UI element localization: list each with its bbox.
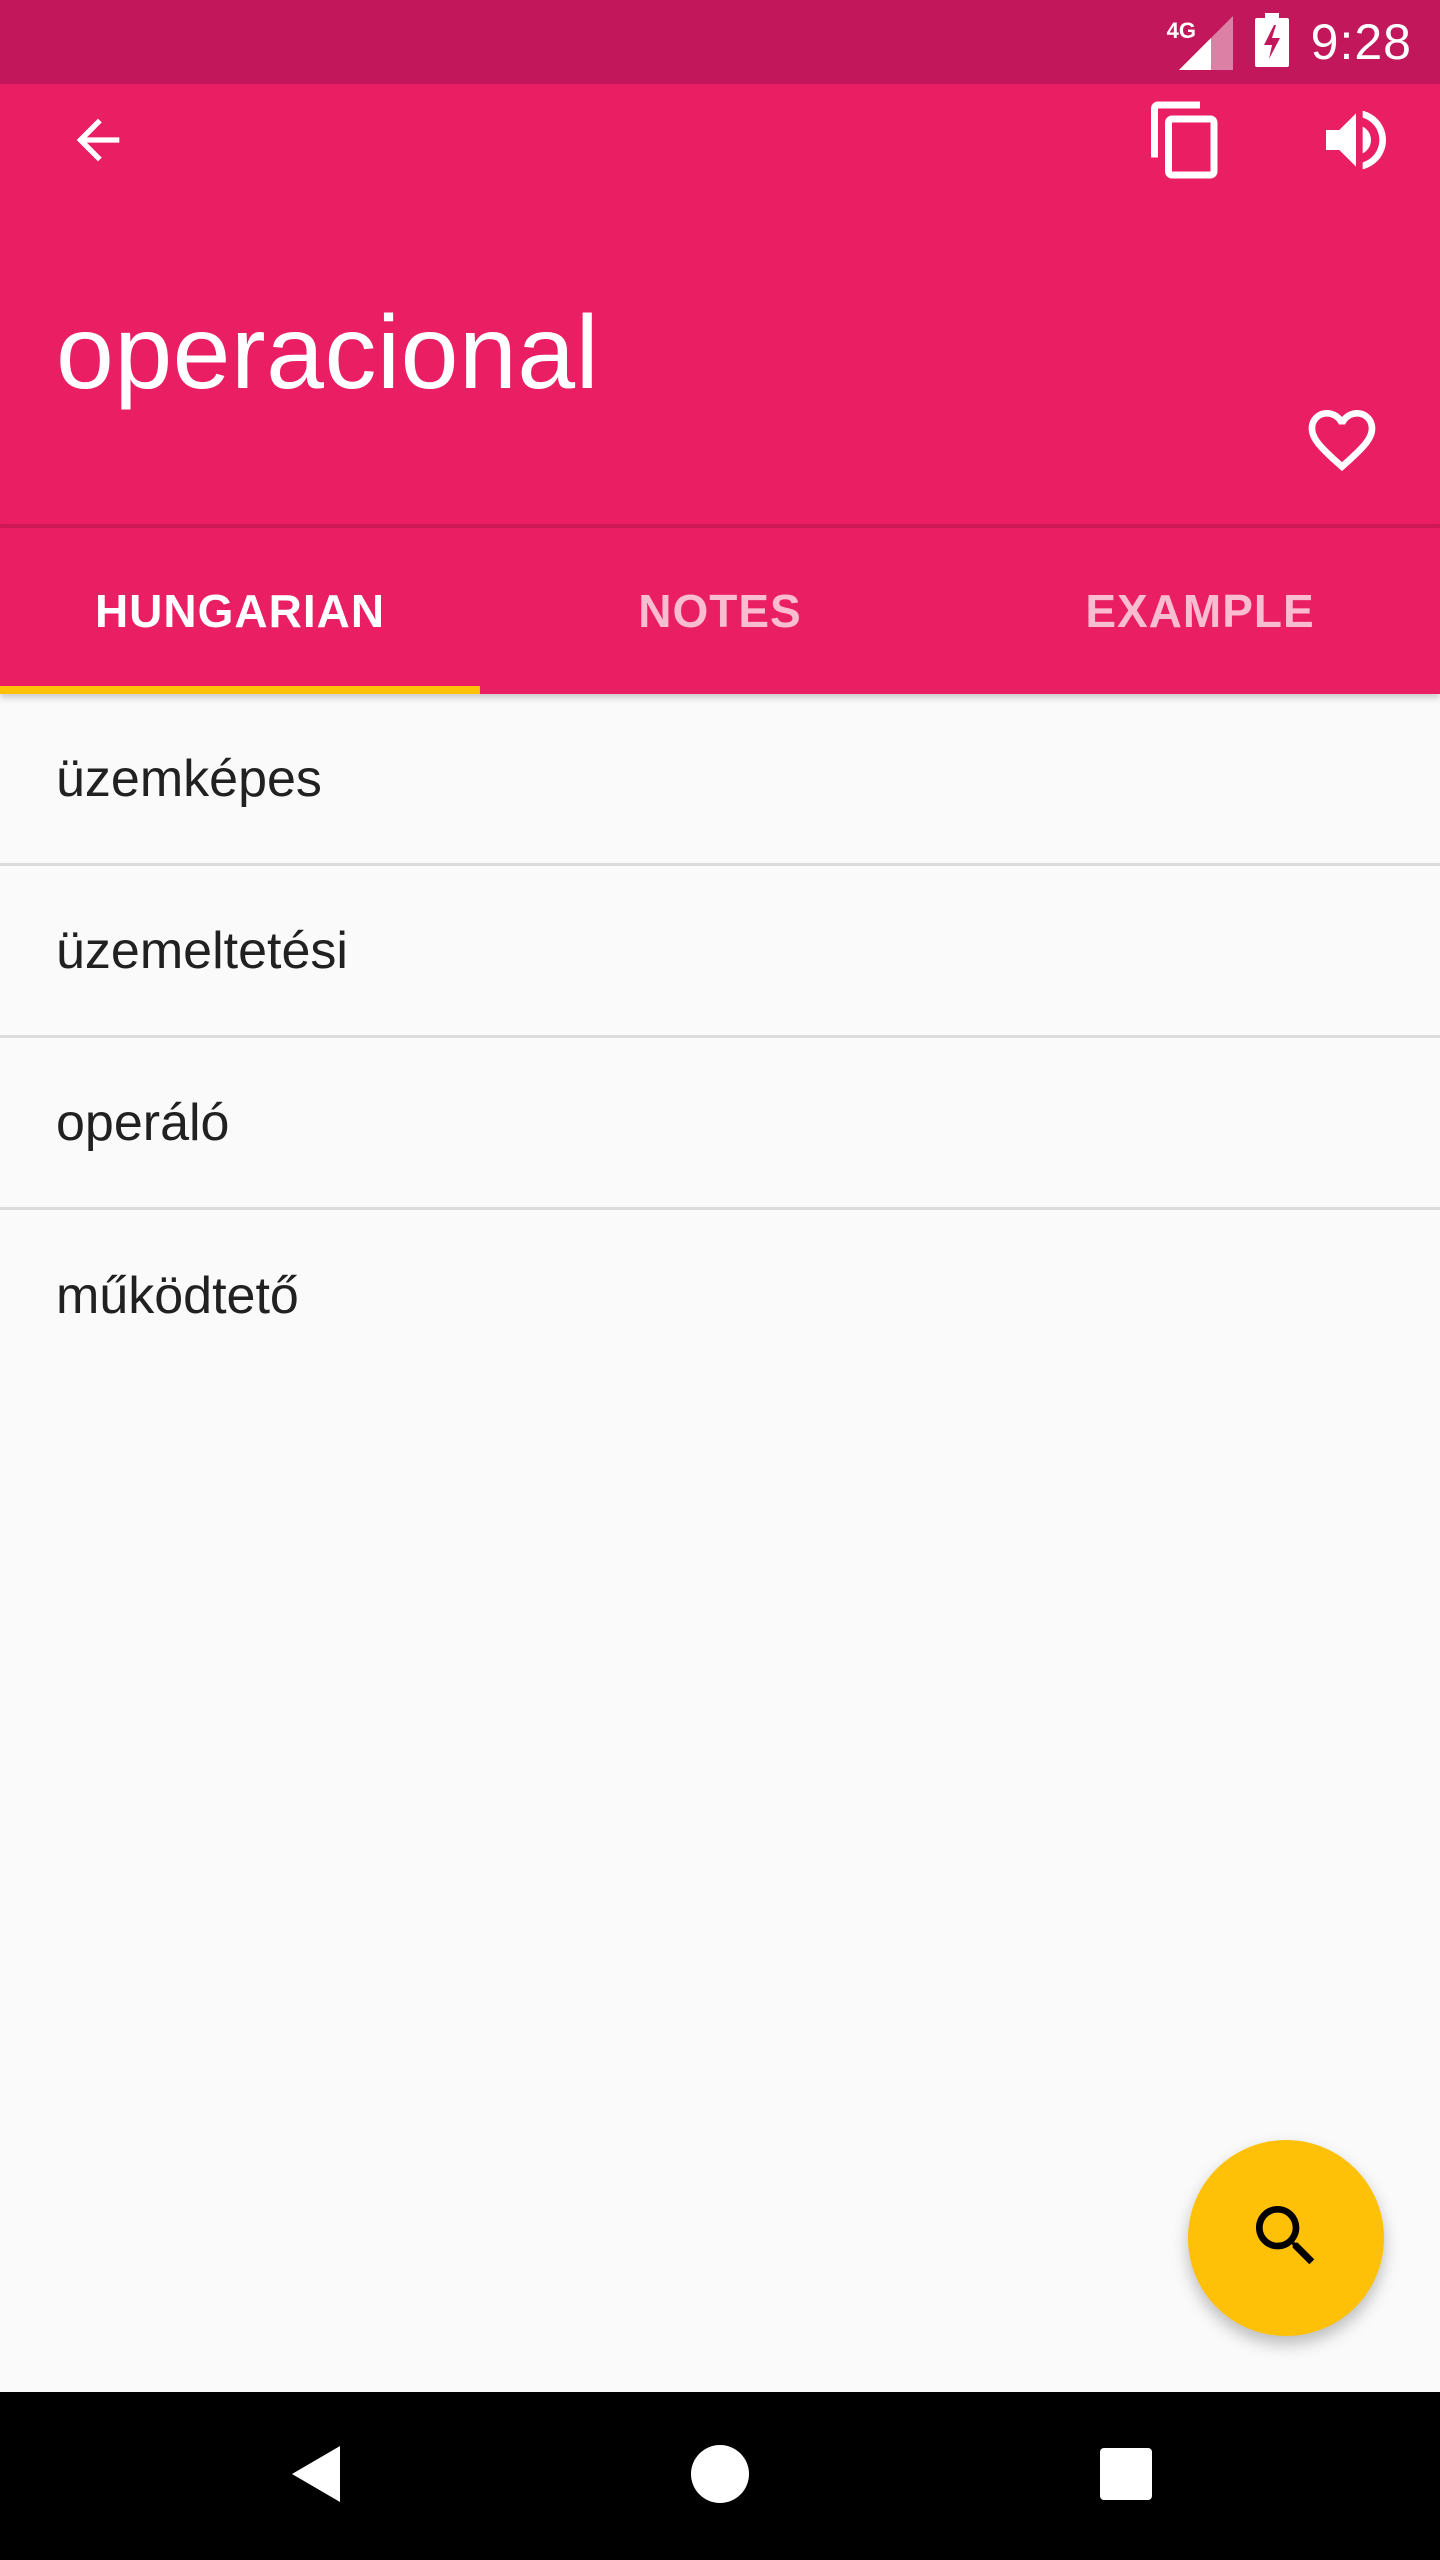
- heart-outline-icon: [1302, 400, 1382, 485]
- status-time: 9:28: [1310, 14, 1412, 70]
- status-bar: 4G 9:28: [0, 0, 1440, 84]
- search-icon: [1246, 2196, 1326, 2281]
- tab-label: EXAMPLE: [1085, 585, 1315, 637]
- list-item[interactable]: üzemképes: [0, 694, 1440, 866]
- status-icons: 4G 9:28: [1167, 0, 1412, 84]
- word-title: operacional: [56, 295, 600, 411]
- system-nav-bar: [0, 2392, 1440, 2560]
- translation-list: üzemképes üzemeltetési operáló működtető: [0, 694, 1440, 1382]
- volume-up-icon: [1316, 100, 1396, 185]
- list-item[interactable]: üzemeltetési: [0, 866, 1440, 1038]
- copy-icon: [1144, 98, 1228, 187]
- nav-home-button[interactable]: [660, 2416, 780, 2536]
- nav-home-icon: [690, 2444, 750, 2509]
- search-fab[interactable]: [1188, 2140, 1384, 2336]
- app-bar: operacional: [0, 84, 1440, 528]
- tab-hungarian[interactable]: HUNGARIAN: [0, 528, 480, 694]
- tab-label: HUNGARIAN: [94, 585, 386, 637]
- nav-recent-icon: [1098, 2446, 1154, 2507]
- back-button[interactable]: [50, 94, 146, 190]
- nav-back-icon: [286, 2442, 346, 2511]
- tab-indicator: [0, 686, 480, 694]
- tab-notes[interactable]: NOTES: [480, 528, 960, 694]
- speak-button[interactable]: [1308, 94, 1404, 190]
- tab-example[interactable]: EXAMPLE: [960, 528, 1440, 694]
- arrow-back-icon: [66, 108, 130, 177]
- signal-icon: 4G: [1167, 14, 1233, 70]
- tab-bar: HUNGARIAN NOTES EXAMPLE: [0, 528, 1440, 694]
- nav-recent-button[interactable]: [1066, 2416, 1186, 2536]
- favorite-button[interactable]: [1294, 394, 1390, 490]
- copy-button[interactable]: [1138, 94, 1234, 190]
- network-type-label: 4G: [1166, 18, 1197, 43]
- tab-label: NOTES: [638, 585, 802, 637]
- battery-charging-icon: [1254, 12, 1289, 72]
- list-item[interactable]: működtető: [0, 1210, 1440, 1382]
- list-item[interactable]: operáló: [0, 1038, 1440, 1210]
- nav-back-button[interactable]: [256, 2416, 376, 2536]
